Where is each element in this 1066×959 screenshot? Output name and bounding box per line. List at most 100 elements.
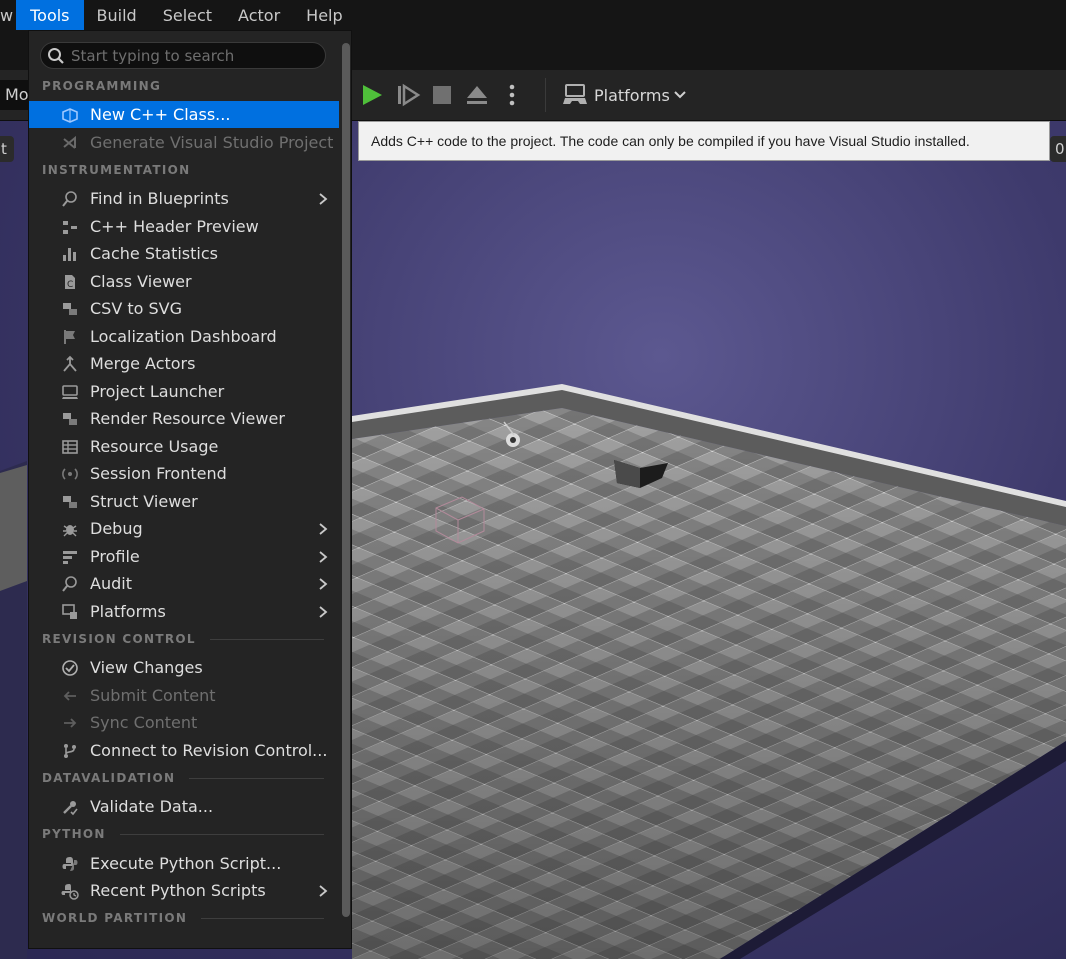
visual-studio-icon	[63, 135, 76, 149]
item-label: Debug	[90, 519, 143, 538]
section-label: PROGRAMMING	[42, 79, 162, 93]
play-icon[interactable]	[359, 82, 385, 108]
table-icon	[62, 440, 78, 454]
find-blueprints-icon	[62, 191, 77, 207]
menu-item-execute-python-script[interactable]: Execute Python Script...	[29, 850, 339, 877]
item-label: Render Resource Viewer	[90, 409, 285, 428]
audit-icon	[62, 576, 77, 592]
item-label: Struct Viewer	[90, 492, 198, 511]
menu-window[interactable]: w	[0, 0, 16, 30]
new-cpp-class-tooltip: Adds C++ code to the project. The code c…	[358, 121, 1050, 161]
viewport-options-tab[interactable]: t	[0, 136, 14, 162]
section-divider	[209, 638, 324, 640]
section-label: INSTRUMENTATION	[42, 163, 191, 177]
item-label: View Changes	[90, 658, 203, 677]
menu-item-audit[interactable]: Audit	[29, 570, 339, 597]
csv-to-svg-icon	[63, 303, 77, 315]
submenu-arrow-icon	[319, 551, 328, 563]
branch-icon	[64, 744, 76, 758]
item-label: Sync Content	[90, 713, 198, 732]
item-label: Merge Actors	[90, 354, 196, 373]
item-label: CSV to SVG	[90, 299, 183, 318]
menu-item-cache-statistics[interactable]: Cache Statistics	[29, 240, 339, 267]
section-divider	[189, 777, 324, 779]
item-label: New C++ Class...	[90, 105, 231, 124]
menu-item-localization-dashboard[interactable]: Localization Dashboard	[29, 323, 339, 350]
svg-text:C: C	[67, 280, 73, 290]
item-label: Recent Python Scripts	[90, 881, 266, 900]
menu-item-render-resource-viewer[interactable]: Render Resource Viewer	[29, 405, 339, 432]
menu-help[interactable]: Help	[293, 0, 355, 30]
menu-item-recent-python-scripts[interactable]: Recent Python Scripts	[29, 877, 339, 904]
menu-item-project-launcher[interactable]: Project Launcher	[29, 378, 339, 405]
launcher-icon	[62, 385, 78, 399]
tools-dropdown-menu: PROGRAMMING New C++ Class... Generate Vi…	[28, 30, 352, 949]
menu-item-profile[interactable]: Profile	[29, 543, 339, 570]
menu-scrollbar[interactable]	[342, 43, 350, 917]
validate-icon	[63, 801, 78, 816]
stop-icon[interactable]	[429, 82, 455, 108]
item-label: Audit	[90, 574, 132, 593]
menu-item-cpp-header-preview[interactable]: C++ Header Preview	[29, 213, 339, 240]
menu-item-merge-actors[interactable]: Merge Actors	[29, 350, 339, 377]
menu-item-find-in-blueprints[interactable]: Find in Blueprints	[29, 185, 339, 212]
more-options-icon[interactable]	[499, 82, 525, 108]
check-circle-icon	[62, 660, 78, 676]
item-label: C++ Header Preview	[90, 217, 259, 236]
section-datavalidation: DATAVALIDATION	[42, 771, 324, 785]
section-programming: PROGRAMMING	[42, 79, 324, 93]
platforms-label: Platforms	[594, 85, 670, 105]
menu-item-platforms[interactable]: Platforms	[29, 598, 339, 625]
menu-item-connect-revision-control[interactable]: Connect to Revision Control...	[29, 737, 339, 764]
menu-search-input[interactable]	[71, 46, 311, 65]
section-instrumentation: INSTRUMENTATION	[42, 163, 324, 177]
menu-item-new-cpp-class[interactable]: New C++ Class...	[29, 101, 339, 128]
platforms-button[interactable]: Platforms	[562, 80, 687, 110]
submenu-arrow-icon	[319, 885, 328, 897]
section-divider	[119, 833, 324, 835]
item-label: Cache Statistics	[90, 244, 218, 263]
menu-item-generate-vs-project[interactable]: Generate Visual Studio Project	[29, 129, 339, 156]
item-label: Platforms	[90, 602, 166, 621]
item-label: Class Viewer	[90, 272, 192, 291]
menu-item-debug[interactable]: Debug	[29, 515, 339, 542]
section-label: REVISION CONTROL	[42, 632, 196, 646]
menu-item-session-frontend[interactable]: Session Frontend	[29, 460, 339, 487]
merge-icon	[63, 355, 77, 372]
item-label: Execute Python Script...	[90, 854, 282, 873]
section-revision-control: REVISION CONTROL	[42, 632, 324, 646]
menu-item-submit-content[interactable]: Submit Content	[29, 682, 339, 709]
toolbar-separator	[545, 78, 546, 112]
menu-item-csv-to-svg[interactable]: CSV to SVG	[29, 295, 339, 322]
menu-item-view-changes[interactable]: View Changes	[29, 654, 339, 681]
menu-tools[interactable]: Tools	[16, 0, 84, 30]
section-label: PYTHON	[42, 827, 106, 841]
submenu-arrow-icon	[319, 578, 328, 590]
section-label: DATAVALIDATION	[42, 771, 176, 785]
viewport-settings-tab[interactable]: 0	[1050, 136, 1066, 162]
item-label: Project Launcher	[90, 382, 225, 401]
item-label: Resource Usage	[90, 437, 219, 456]
class-viewer-icon: C	[65, 275, 75, 290]
submenu-arrow-icon	[319, 193, 328, 205]
advance-frame-icon[interactable]	[395, 82, 421, 108]
menu-item-struct-viewer[interactable]: Struct Viewer	[29, 488, 339, 515]
section-divider	[201, 917, 324, 919]
python-recent-icon	[61, 884, 79, 900]
menu-select[interactable]: Select	[150, 0, 225, 30]
submenu-arrow-icon	[319, 606, 328, 618]
menu-item-validate-data[interactable]: Validate Data...	[29, 793, 339, 820]
menu-item-sync-content[interactable]: Sync Content	[29, 709, 339, 736]
chevron-down-icon	[674, 91, 686, 99]
menu-item-resource-usage[interactable]: Resource Usage	[29, 433, 339, 460]
struct-viewer-icon	[63, 496, 77, 508]
menu-item-class-viewer[interactable]: C Class Viewer	[29, 268, 339, 295]
item-label: Generate Visual Studio Project	[90, 133, 334, 152]
python-icon	[62, 857, 78, 871]
eject-icon[interactable]	[464, 82, 490, 108]
flag-icon	[64, 330, 75, 344]
submenu-arrow-icon	[319, 523, 328, 535]
menu-build[interactable]: Build	[84, 0, 150, 30]
menu-search-box[interactable]	[40, 42, 326, 69]
menu-actor[interactable]: Actor	[225, 0, 293, 30]
